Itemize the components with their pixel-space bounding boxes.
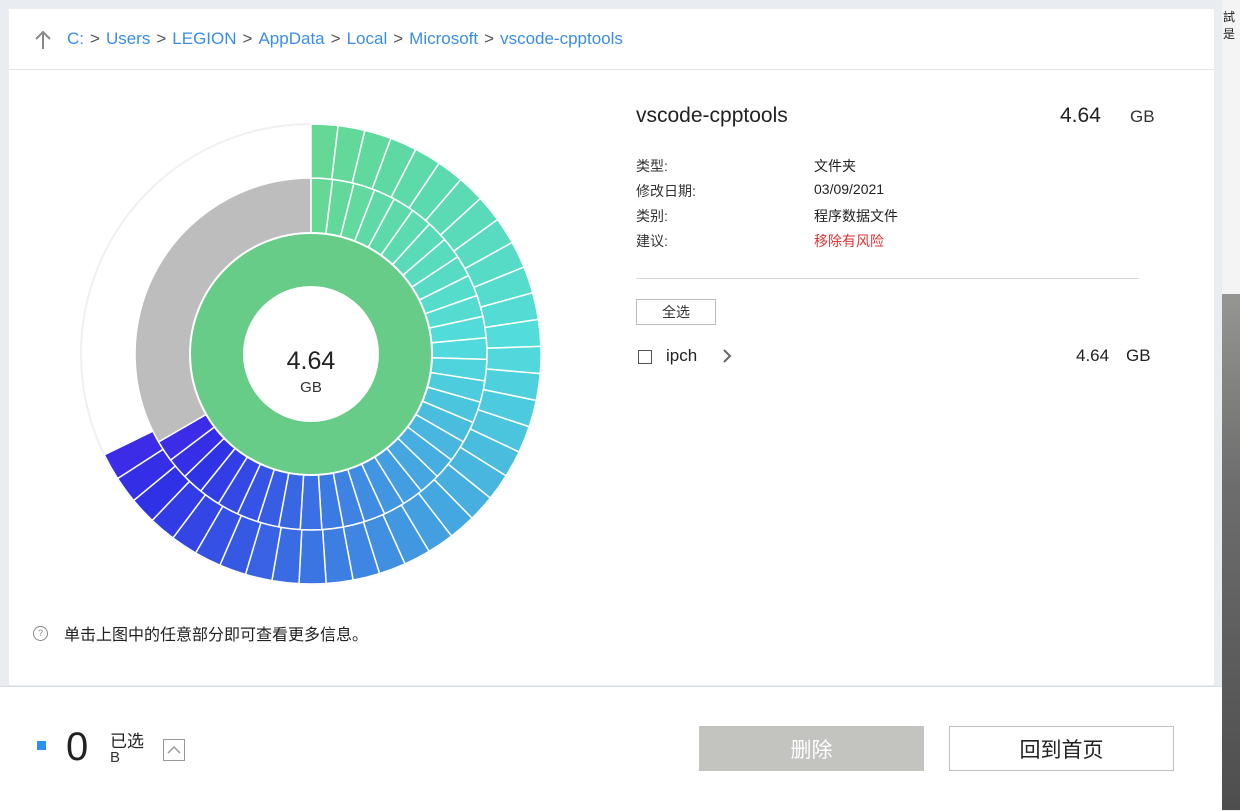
breadcrumb-item-microsoft[interactable]: Microsoft <box>409 29 478 49</box>
divider <box>636 278 1139 279</box>
breadcrumb-separator: > <box>330 29 341 48</box>
question-icon: ? <box>33 625 48 641</box>
back-to-home-button[interactable]: 回到首页 <box>949 726 1174 771</box>
folder-name: vscode-cpptools <box>636 104 788 127</box>
selected-size-value: 0 <box>66 725 89 769</box>
center-size-value: 4.64 <box>287 347 336 375</box>
breadcrumb-separator: > <box>90 29 100 48</box>
property-row-category: 类别: 程序数据文件 <box>636 206 1036 226</box>
outer-ring-segment[interactable] <box>298 528 327 585</box>
sunburst-svg: 4.64 GB <box>80 123 542 585</box>
background-window-edge: 試是 <box>1222 0 1240 810</box>
property-value: 文件夹 <box>814 158 856 174</box>
breadcrumb-path: C: > Users > LEGION > AppData > Local > … <box>67 29 623 49</box>
breadcrumb-item-local[interactable]: Local <box>347 29 388 49</box>
breadcrumb: C: > Users > LEGION > AppData > Local > … <box>9 9 1214 70</box>
breadcrumb-item-c[interactable]: C: <box>67 29 84 49</box>
up-arrow-icon[interactable] <box>31 28 55 52</box>
property-value: 程序数据文件 <box>814 208 898 224</box>
item-size-unit: GB <box>1126 346 1151 365</box>
property-row-type: 类型: 文件夹 <box>636 156 1036 176</box>
breadcrumb-item-legion[interactable]: LEGION <box>172 29 236 49</box>
property-value: 03/09/2021 <box>814 181 885 197</box>
property-row-modified: 修改日期: 03/09/2021 <box>636 181 1036 201</box>
risk-advice: 移除有风险 <box>814 233 884 249</box>
hint-text: 单击上图中的任意部分即可查看更多信息。 <box>64 627 369 644</box>
chevron-right-icon[interactable] <box>720 348 734 364</box>
property-label: 类别: <box>636 208 668 224</box>
center-size-unit: GB <box>300 379 322 396</box>
background-window-text: 試是 <box>1223 10 1236 41</box>
property-label: 修改日期: <box>636 183 696 199</box>
breadcrumb-item-vscode-cpptools[interactable]: vscode-cpptools <box>500 29 623 49</box>
delete-button[interactable]: 删除 <box>699 726 924 771</box>
chevron-up-icon <box>167 745 181 754</box>
breadcrumb-item-users[interactable]: Users <box>106 29 150 49</box>
selection-indicator <box>37 741 46 750</box>
chart-hint: ? 单击上图中的任意部分即可查看更多信息。 <box>33 621 368 645</box>
expand-toggle[interactable] <box>163 739 185 761</box>
breadcrumb-separator: > <box>156 29 167 48</box>
item-name: ipch <box>666 346 698 365</box>
item-checkbox[interactable] <box>638 350 652 364</box>
disk-usage-window: C: > Users > LEGION > AppData > Local > … <box>9 9 1214 685</box>
background-window-sliver: 試是 <box>1222 0 1240 294</box>
property-row-advice: 建议: 移除有风险 <box>636 231 1036 251</box>
folder-size-value: 4.64 <box>1060 104 1101 127</box>
property-label: 类型: <box>636 158 668 174</box>
breadcrumb-separator: > <box>484 29 495 48</box>
item-size-value: 4.64 <box>1076 346 1110 365</box>
breadcrumb-separator: > <box>242 29 253 48</box>
property-label: 建议: <box>636 233 668 249</box>
footer-bar: 0 已选 B 删除 回到首页 <box>0 686 1222 811</box>
breadcrumb-item-appdata[interactable]: AppData <box>258 29 324 49</box>
selected-size-unit: B <box>110 749 121 766</box>
folder-size-unit: GB <box>1130 107 1155 126</box>
breadcrumb-separator: > <box>393 29 404 48</box>
sunburst-chart: 4.64 GB <box>71 114 551 594</box>
list-item[interactable]: ipch 4.64 GB <box>636 344 1156 370</box>
select-all-button[interactable]: 全选 <box>636 299 716 325</box>
